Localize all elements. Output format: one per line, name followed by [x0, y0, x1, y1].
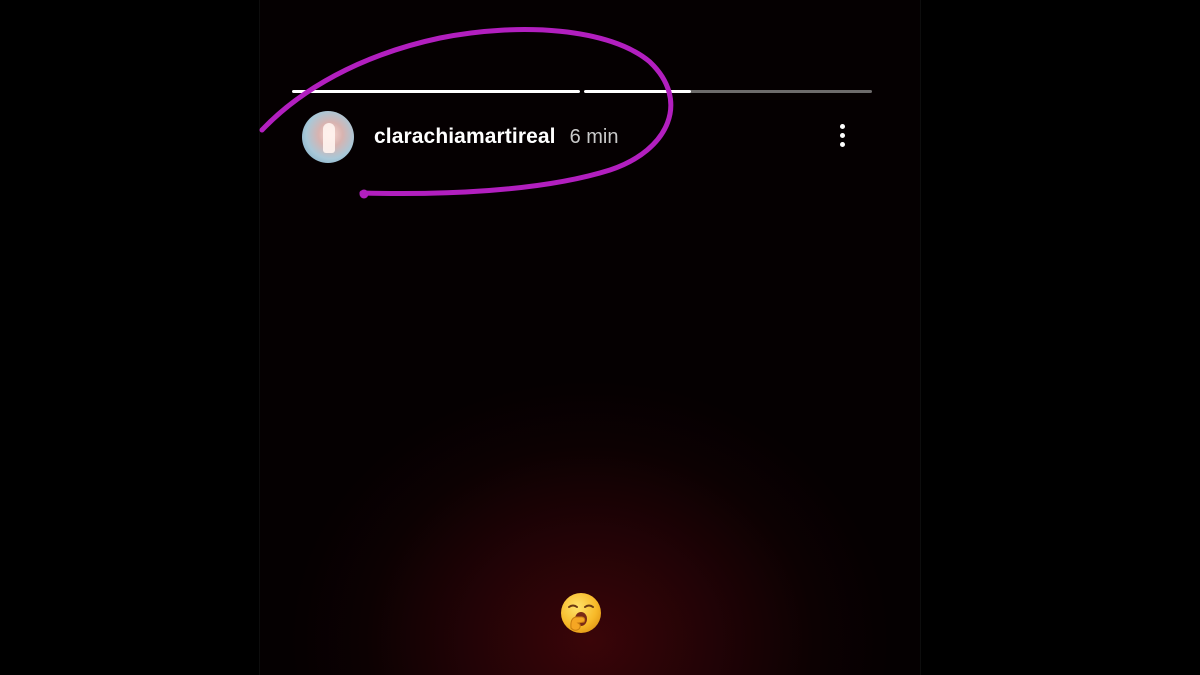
avatar-figure — [323, 123, 335, 153]
more-options-button[interactable] — [830, 118, 854, 152]
progress-fill-2 — [584, 90, 691, 93]
avatar[interactable] — [302, 111, 354, 163]
username[interactable]: clarachiamartireal — [374, 125, 556, 149]
more-vertical-icon — [839, 123, 845, 129]
screen: clarachiamartireal 6 min — [0, 0, 1200, 675]
story-header: clarachiamartireal 6 min — [302, 110, 862, 164]
progress-fill-1 — [292, 90, 580, 93]
progress-segment-2 — [584, 90, 872, 93]
yawning-face-emoji — [561, 593, 601, 633]
more-vertical-icon-dot — [839, 132, 845, 138]
story-viewer[interactable]: clarachiamartireal 6 min — [259, 0, 921, 675]
post-time: 6 min — [569, 125, 619, 148]
more-vertical-icon-dot — [839, 141, 845, 147]
progress-segment-1 — [292, 90, 580, 93]
story-progress-bar — [292, 90, 872, 94]
